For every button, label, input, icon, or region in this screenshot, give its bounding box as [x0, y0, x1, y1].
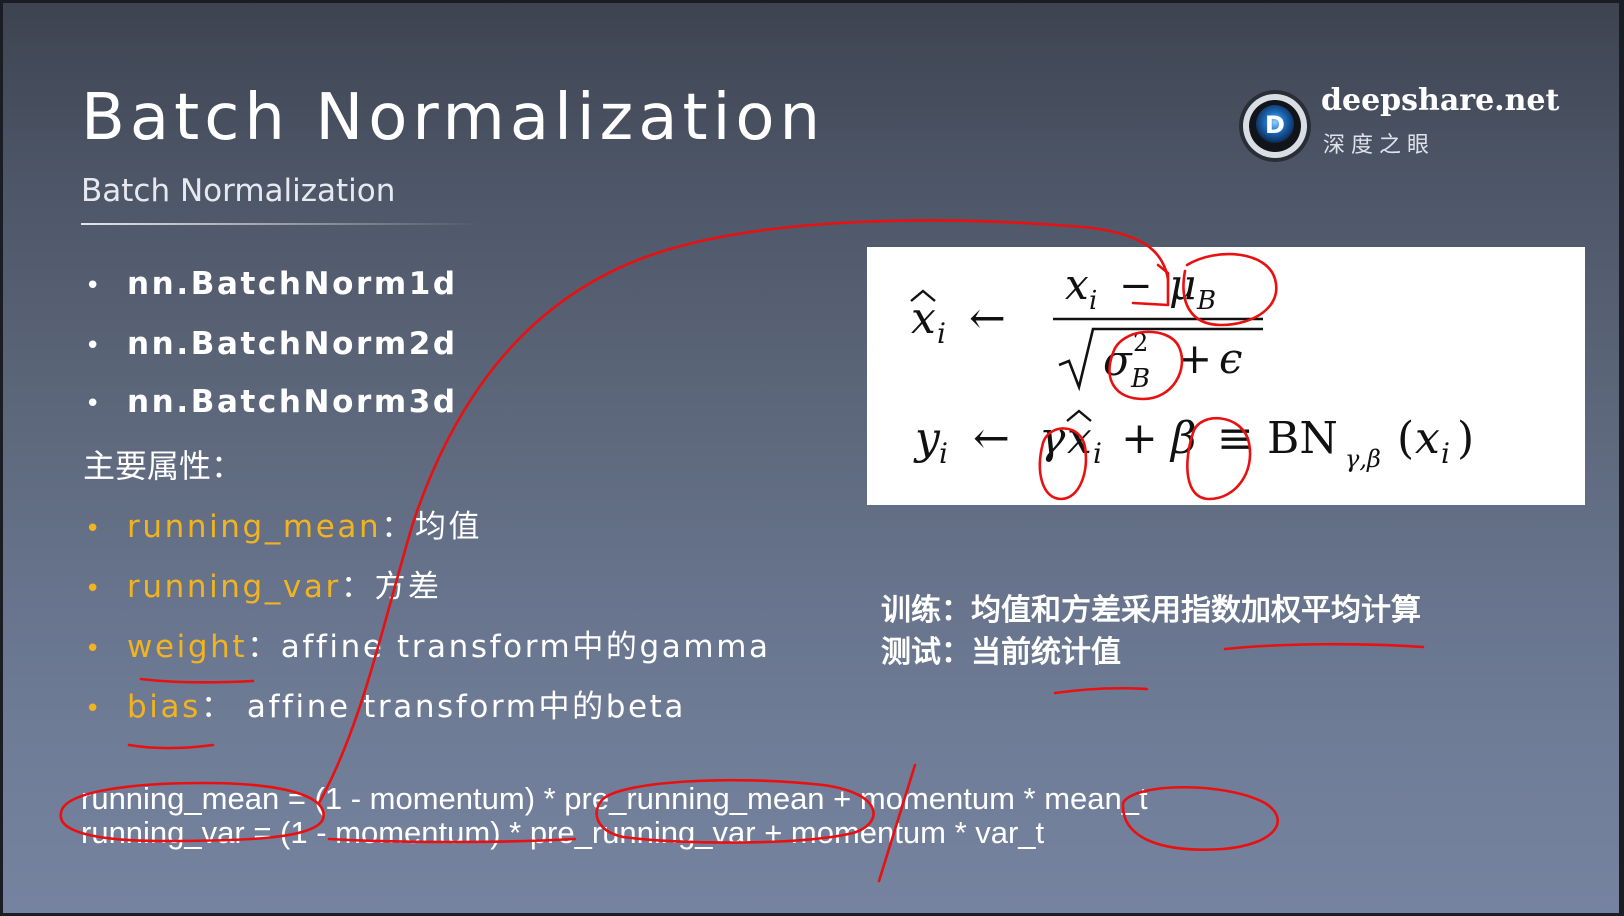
svg-text:←: ← — [973, 413, 1010, 464]
attribute-name: bias — [127, 689, 201, 725]
list-item-module: • nn.BatchNorm1d — [85, 266, 458, 302]
module-name: nn.BatchNorm2d — [127, 326, 458, 362]
svg-text:≡: ≡ — [1217, 413, 1254, 464]
eye-logo-icon: D — [1239, 90, 1311, 162]
attribute-desc: 均值 — [414, 509, 483, 545]
page-subtitle: Batch Normalization — [81, 173, 396, 209]
annotation-underline-stats — [1053, 686, 1149, 695]
bn-formula-graphic: x i ← x i − μ B σ 2 B + ϵ y i ← γ x i + … — [910, 260, 1474, 473]
svg-text:): ) — [1457, 413, 1474, 464]
list-item-module: • nn.BatchNorm2d — [85, 326, 458, 362]
svg-text:i: i — [939, 437, 948, 470]
logo-letter: D — [1265, 111, 1285, 139]
formula-image: x i ← x i − μ B σ 2 B + ϵ y i ← γ x i + … — [867, 247, 1585, 505]
svg-text:i: i — [1093, 437, 1102, 470]
svg-text:(: ( — [1397, 413, 1414, 464]
list-item-attribute: • running_var：方差 — [85, 561, 442, 606]
svg-text:+: + — [1121, 413, 1158, 464]
bullet-dot: • — [85, 694, 103, 724]
list-item-attribute: • running_mean：均值 — [85, 501, 482, 546]
list-item-attribute: • bias： affine transform中的beta — [85, 681, 686, 726]
list-item-module: • nn.BatchNorm3d — [85, 384, 458, 420]
bullet-dot: • — [85, 389, 103, 419]
svg-text:i: i — [1441, 437, 1450, 470]
attribute-separator: ： — [247, 629, 281, 665]
annotation-underline-ewma — [1223, 642, 1425, 651]
svg-text:−: − — [1119, 263, 1153, 309]
svg-text:x: x — [1415, 413, 1440, 464]
attribute-name: running_mean — [127, 509, 382, 545]
svg-text:x: x — [911, 293, 936, 344]
training-note: 训练：均值和方差采用指数加权平均计算 — [881, 593, 1421, 628]
svg-text:x: x — [1065, 260, 1089, 309]
list-item-attribute: • weight：affine transform中的gamma — [85, 621, 771, 666]
svg-text:σ: σ — [1103, 336, 1133, 385]
annotation-underline-bias — [127, 743, 215, 750]
bullet-dot: • — [85, 271, 103, 301]
attribute-desc: 方差 — [374, 569, 442, 605]
attribute-name: weight — [127, 629, 248, 665]
attributes-heading: 主要属性： — [83, 447, 244, 485]
attribute-name: running_var — [127, 569, 341, 605]
logo-chinese-name: 深度之眼 — [1323, 133, 1436, 158]
module-name: nn.BatchNorm3d — [127, 384, 458, 420]
bullet-dot: • — [85, 331, 103, 361]
svg-text:γ,β: γ,β — [1345, 445, 1381, 473]
bullet-dot: • — [85, 574, 103, 604]
svg-text:x: x — [1067, 413, 1092, 464]
attribute-separator: ： — [340, 569, 375, 605]
svg-text:2: 2 — [1133, 329, 1148, 357]
running-mean-update-formula: running_mean = (1 - momentum) * pre_runn… — [81, 781, 1148, 816]
bullet-dot: • — [85, 634, 103, 664]
module-name: nn.BatchNorm1d — [127, 266, 458, 302]
svg-text:B: B — [1130, 364, 1150, 394]
svg-text:γ: γ — [1039, 413, 1066, 464]
svg-text:i: i — [937, 317, 946, 350]
slide: Batch Normalization Batch Normalization … — [3, 3, 1619, 913]
running-var-update-formula: running_var = (1 - momentum) * pre_runni… — [81, 815, 1045, 850]
svg-text:B: B — [1196, 286, 1216, 316]
svg-text:y: y — [913, 413, 941, 464]
bullet-dot: • — [85, 514, 103, 544]
page-title: Batch Normalization — [81, 81, 826, 155]
svg-text:←: ← — [969, 293, 1006, 344]
attribute-separator: ： — [200, 689, 235, 725]
svg-text:+: + — [1177, 334, 1212, 383]
svg-text:β: β — [1169, 413, 1196, 464]
svg-text:ϵ: ϵ — [1219, 334, 1243, 383]
subtitle-divider — [81, 223, 481, 225]
svg-text:μ: μ — [1169, 260, 1196, 309]
attribute-desc: affine transform中的beta — [234, 689, 686, 725]
svg-text:BN: BN — [1267, 413, 1338, 464]
attribute-separator: ： — [381, 509, 415, 545]
logo-site-name: deepshare.net — [1321, 83, 1560, 118]
attribute-desc: affine transform中的gamma — [280, 629, 771, 665]
svg-text:i: i — [1089, 286, 1097, 316]
testing-note: 测试：当前统计值 — [881, 635, 1121, 670]
